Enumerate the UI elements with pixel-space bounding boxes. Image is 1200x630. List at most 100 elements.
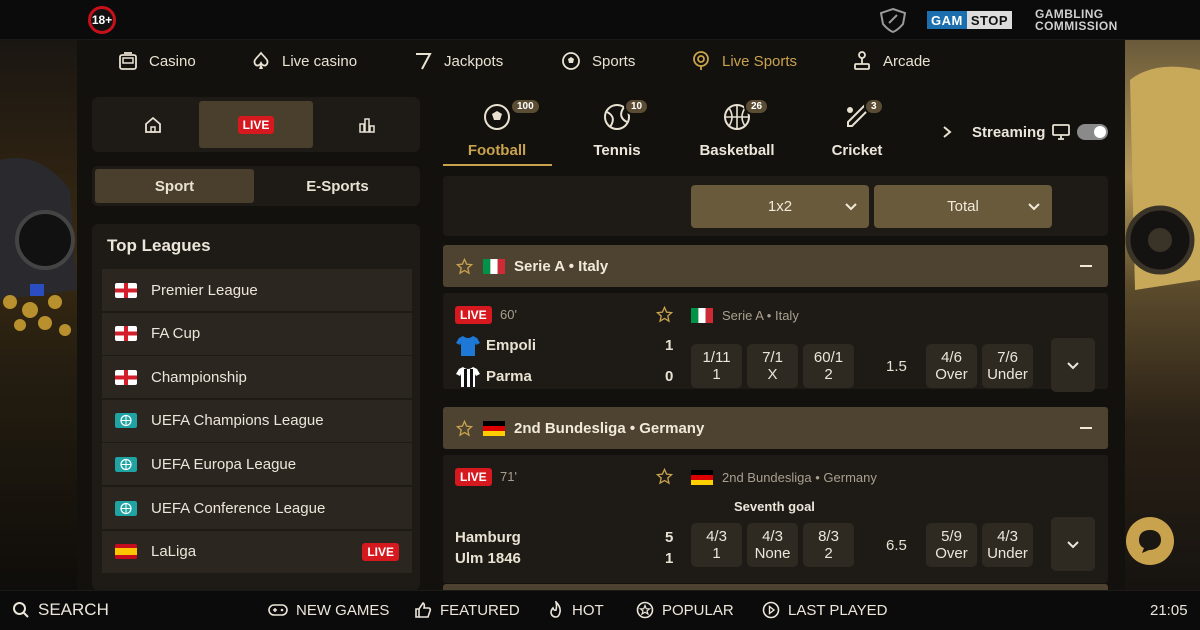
- right-background-image: [1125, 40, 1200, 590]
- odds-value: 4/3: [997, 528, 1018, 545]
- thumbs-up-icon: [415, 601, 432, 618]
- last-played-button[interactable]: LAST PLAYED: [762, 600, 888, 620]
- tab-sport[interactable]: Sport: [95, 169, 254, 203]
- home-score: 5: [665, 529, 674, 546]
- market-select-total[interactable]: Total: [874, 185, 1052, 228]
- stats-icon: [359, 117, 375, 133]
- sport-tab-cricket[interactable]: 3 Cricket: [802, 98, 912, 168]
- favorite-star-icon[interactable]: [656, 468, 673, 485]
- streaming-toggle[interactable]: [1077, 124, 1108, 140]
- sport-tab-tennis[interactable]: 10 Tennis: [562, 98, 672, 168]
- league-item-label: UEFA Europa League: [151, 455, 297, 473]
- world-flag-icon: [115, 413, 137, 429]
- popular-label: POPULAR: [662, 601, 734, 619]
- odds-outcome-label: 1: [712, 545, 721, 562]
- seven-icon: [416, 53, 432, 70]
- league-item-label: UEFA Champions League: [151, 412, 324, 430]
- spain-flag-icon: [115, 544, 137, 560]
- favorite-star-icon[interactable]: [656, 306, 673, 323]
- expand-match-button[interactable]: [1051, 517, 1095, 571]
- total-odds-button[interactable]: 4/6 Over: [926, 344, 977, 388]
- total-odds-button[interactable]: 5/9 Over: [926, 523, 977, 567]
- league-item[interactable]: LaLiga LIVE: [102, 530, 412, 573]
- streaming-label: Streaming: [972, 124, 1046, 141]
- expand-match-button[interactable]: [1051, 338, 1095, 392]
- away-score: 0: [665, 368, 674, 385]
- favorite-star-icon[interactable]: [456, 257, 473, 275]
- league-item[interactable]: UEFA Champions League: [102, 399, 412, 442]
- gambling-commission-logo[interactable]: GAMBLING COMMISSION: [1035, 8, 1118, 32]
- away-team-name: Parma: [486, 368, 532, 385]
- odds-value: 8/3: [818, 528, 839, 545]
- match-minute: 71': [500, 469, 517, 484]
- league-item[interactable]: FA Cup: [102, 312, 412, 355]
- germany-flag-icon: [691, 470, 713, 485]
- live-badge: LIVE: [237, 115, 275, 134]
- nav-sports[interactable]: Sports: [560, 40, 635, 82]
- world-flag-icon: [115, 456, 137, 472]
- odds-value: 4/3: [762, 528, 783, 545]
- sport-tab-football[interactable]: 100 Football: [442, 98, 552, 168]
- collapse-icon[interactable]: [1080, 427, 1092, 429]
- odds-value: 4/6: [941, 349, 962, 366]
- odds-button[interactable]: 1/11 1: [691, 344, 742, 388]
- favorite-star-icon[interactable]: [456, 419, 473, 437]
- match-note: Seventh goal: [734, 499, 815, 514]
- casino-icon: [119, 52, 137, 70]
- league-item-label: UEFA Conference League: [151, 499, 326, 517]
- popular-button[interactable]: POPULAR: [636, 600, 734, 620]
- italy-flag-icon: [691, 308, 713, 323]
- top-bar: [0, 0, 1200, 40]
- total-odds-button[interactable]: 4/3 Under: [982, 523, 1033, 567]
- sport-tab-basketball[interactable]: 26 Basketball: [682, 98, 792, 168]
- odds-button[interactable]: 4/3 1: [691, 523, 742, 567]
- home-button[interactable]: [96, 101, 210, 148]
- nav-arcade[interactable]: Arcade: [851, 40, 931, 82]
- market-total-label: Total: [947, 198, 979, 215]
- chat-button[interactable]: [1126, 517, 1174, 565]
- odds-button[interactable]: 8/3 2: [803, 523, 854, 567]
- collapse-icon[interactable]: [1080, 265, 1092, 267]
- odds-button[interactable]: 60/1 2: [803, 344, 854, 388]
- joystick-icon: [854, 51, 870, 70]
- stats-button[interactable]: [310, 101, 424, 148]
- odds-outcome-label: Under: [987, 545, 1028, 562]
- league-item[interactable]: UEFA Conference League: [102, 487, 412, 529]
- nav-casino[interactable]: Casino: [117, 40, 196, 82]
- tennis-label: Tennis: [593, 142, 641, 159]
- league-item[interactable]: Championship: [102, 356, 412, 399]
- match-league-label: Serie A • Italy: [722, 308, 799, 323]
- italy-flag-icon: [483, 258, 505, 274]
- total-line: 1.5: [886, 358, 907, 375]
- odds-button[interactable]: 4/3 None: [747, 523, 798, 567]
- away-score: 1: [665, 550, 674, 567]
- league-item[interactable]: UEFA Europa League: [102, 443, 412, 486]
- market-1x2-label: 1x2: [767, 198, 793, 215]
- nav-live-casino[interactable]: Live casino: [250, 40, 357, 82]
- league-header[interactable]: Serie A • Italy: [443, 245, 1108, 287]
- nav-jackpots[interactable]: Jackpots: [412, 40, 503, 82]
- odds-outcome-label: 2: [824, 545, 833, 562]
- gamstop-logo[interactable]: GAM STOP: [927, 11, 1013, 29]
- search-button[interactable]: SEARCH: [12, 600, 109, 620]
- new-games-button[interactable]: NEW GAMES: [268, 600, 389, 620]
- league-header[interactable]: 2nd Bundesliga • Germany: [443, 407, 1108, 449]
- league-header-title: 2nd Bundesliga • Germany: [514, 419, 705, 437]
- featured-button[interactable]: FEATURED: [414, 600, 520, 620]
- odds-outcome-label: None: [754, 545, 791, 562]
- clock-text: 21:05: [1150, 601, 1188, 619]
- england-flag-icon: [115, 369, 137, 385]
- league-item[interactable]: Premier League: [102, 269, 412, 311]
- hot-button[interactable]: HOT: [548, 600, 604, 620]
- market-select-1x2[interactable]: 1x2: [691, 185, 869, 228]
- nav-arcade-label: Arcade: [883, 52, 931, 70]
- live-filter-button[interactable]: LIVE: [199, 101, 313, 148]
- odds-value: 1/11: [702, 349, 731, 366]
- odds-button[interactable]: 7/1 X: [747, 344, 798, 388]
- nav-live-sports[interactable]: Live Sports: [690, 40, 797, 82]
- tab-esports[interactable]: E-Sports: [258, 169, 417, 203]
- sports-scroll-right-icon[interactable]: [941, 125, 953, 139]
- live-badge: LIVE: [455, 468, 492, 486]
- total-odds-button[interactable]: 7/6 Under: [982, 344, 1033, 388]
- chevron-down-icon: [845, 203, 857, 211]
